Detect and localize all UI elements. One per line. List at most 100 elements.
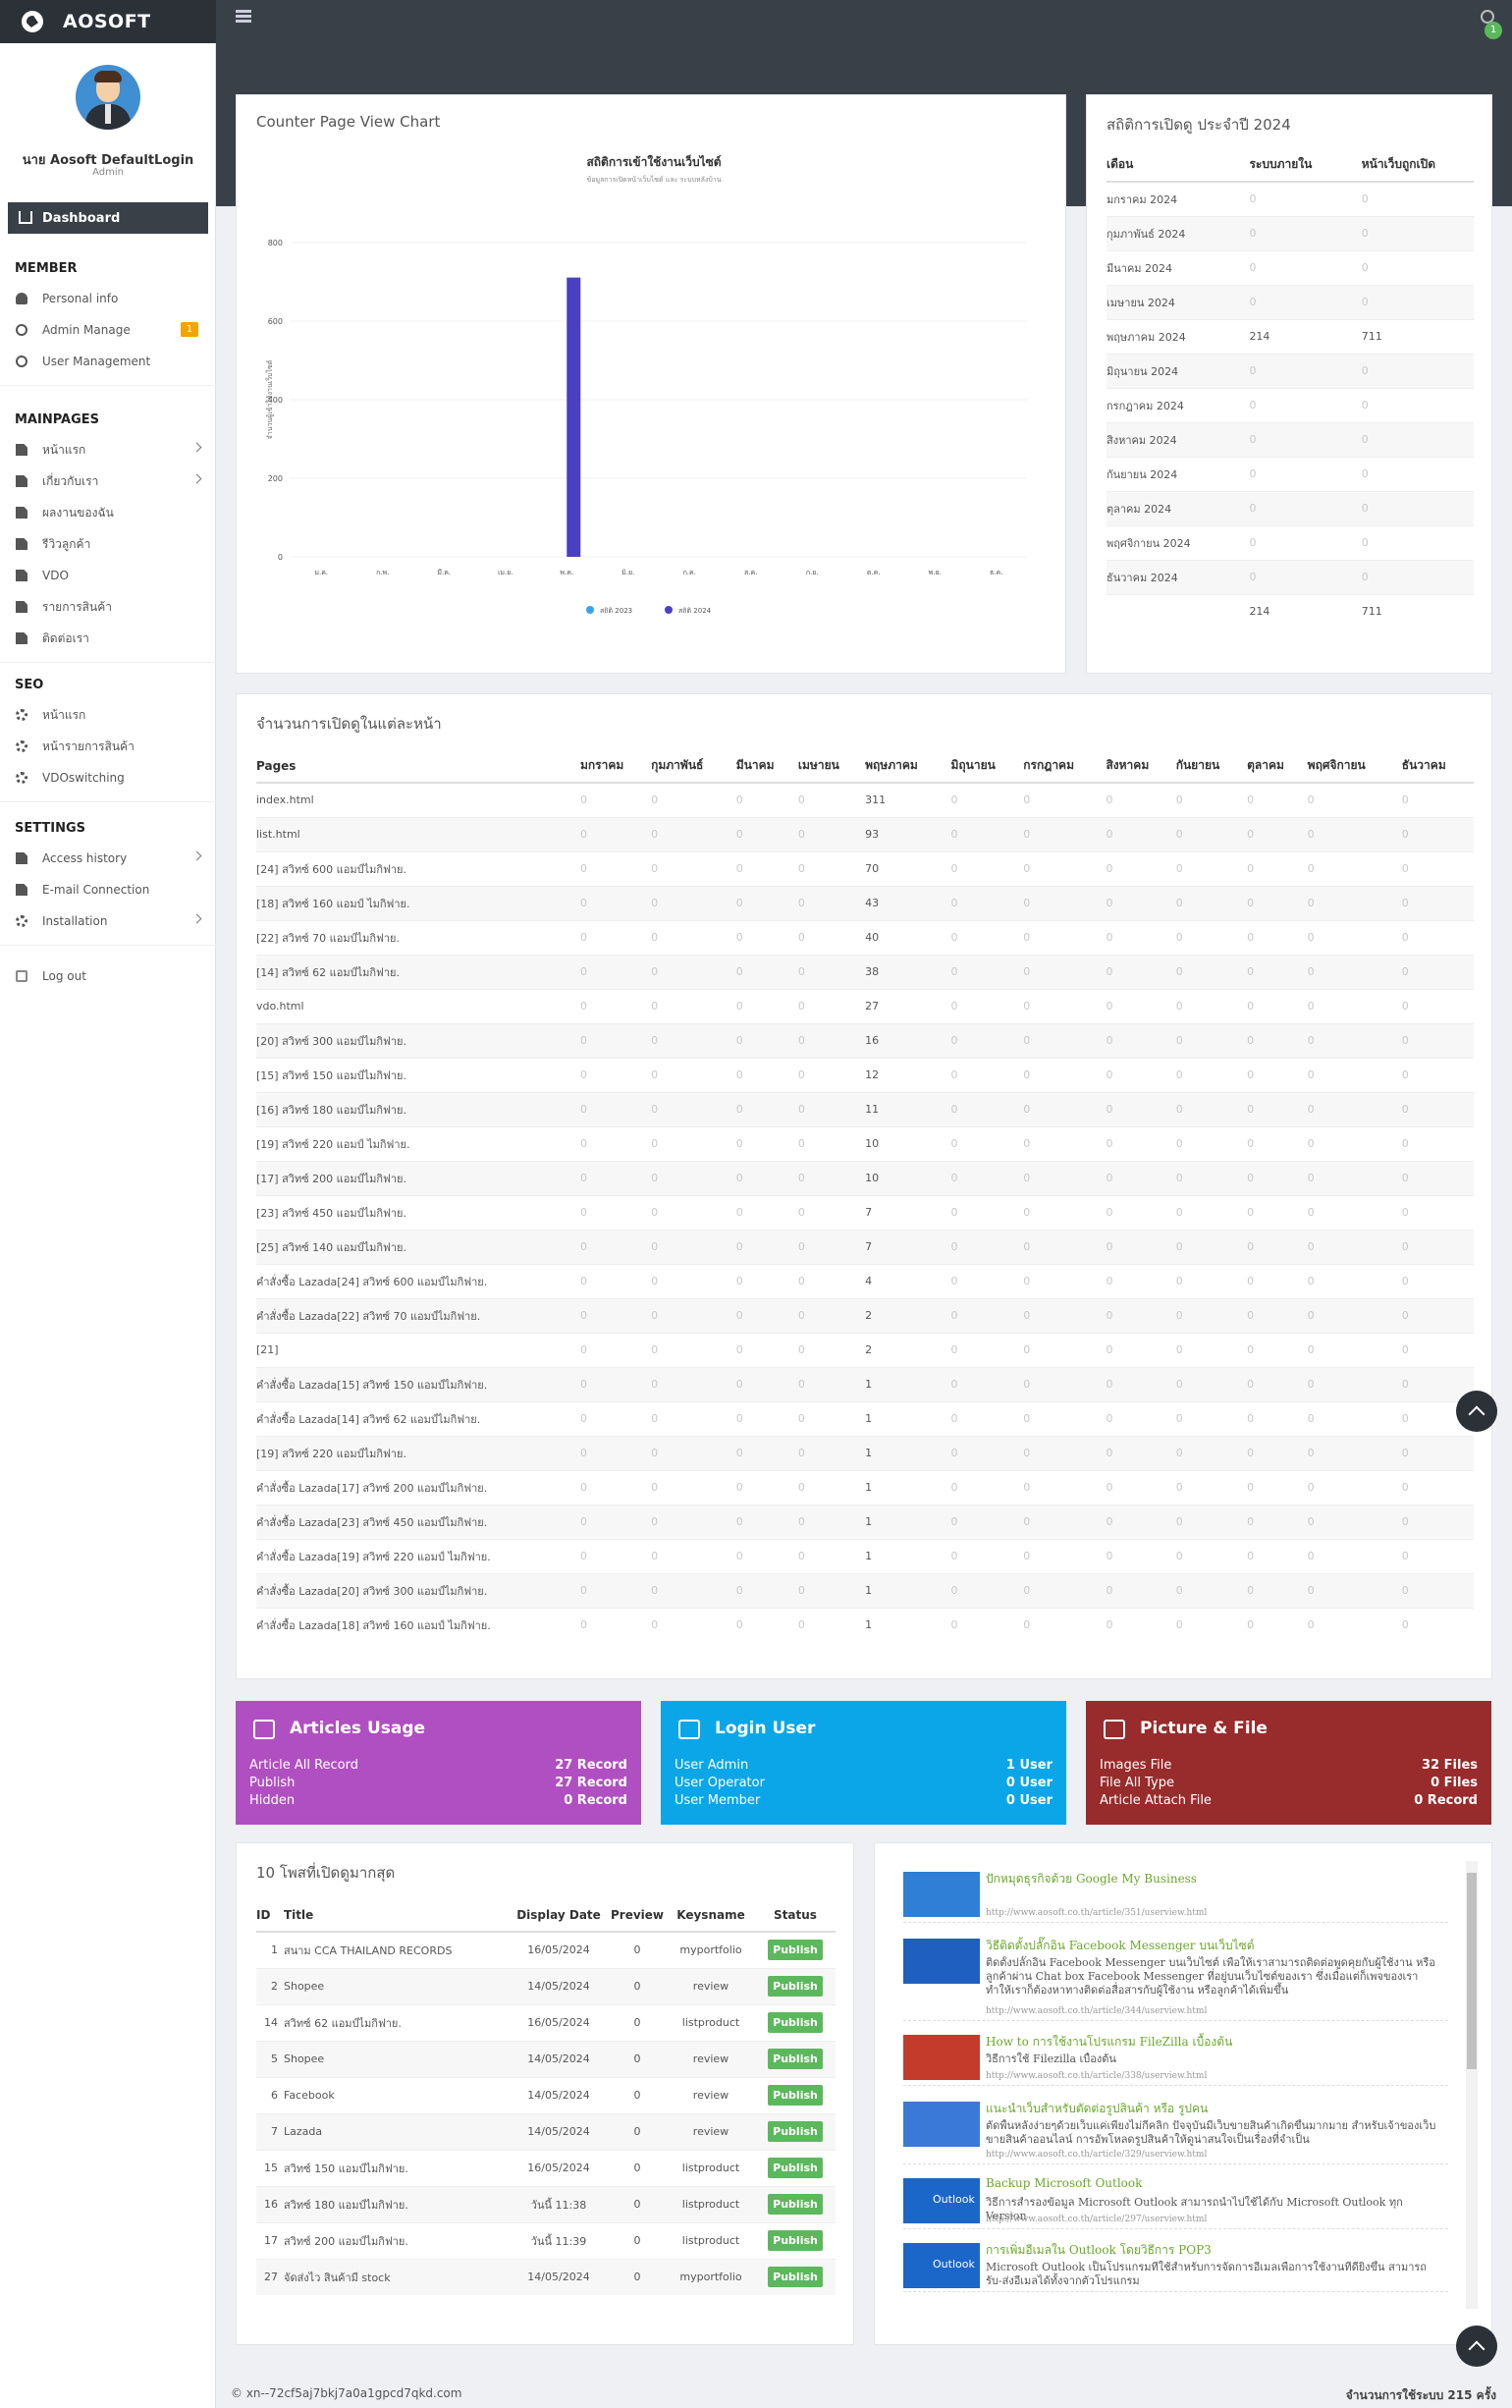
view-count: 0 <box>1307 1091 1402 1126</box>
view-count: 0 <box>1307 1469 1402 1505</box>
table-cell: Publish <box>755 2040 836 2077</box>
view-count: 0 <box>950 1435 1024 1470</box>
sidebar-item[interactable]: Personal info <box>16 289 208 308</box>
sidebar-item[interactable]: Access history <box>16 848 208 868</box>
news-thumbnail[interactable]: Outlook <box>903 2178 980 2223</box>
news-url[interactable]: http://www.aosoft.co.th/article/344/user… <box>986 2006 1207 2016</box>
table-row[interactable]: 2 Shopee 14/05/2024 0 review Publish <box>256 1967 836 2004</box>
view-count: 0 <box>1247 850 1308 886</box>
sidebar-item[interactable]: ติดต่อเรา <box>16 629 208 648</box>
view-count: 0 <box>1401 782 1474 817</box>
view-count: 40 <box>865 919 951 955</box>
scroll-to-top-button[interactable] <box>1456 2326 1497 2367</box>
table-row: [21] 0 0 0 0 2 0 0 0 0 0 0 0 <box>256 1332 1474 1367</box>
logout-link[interactable]: Log out <box>16 966 208 986</box>
brand-logo[interactable]: AOSOFT <box>0 0 216 43</box>
publish-badge[interactable]: Publish <box>768 2158 823 2178</box>
publish-badge[interactable]: Publish <box>768 1976 823 1997</box>
table-row[interactable]: 16 สวิทซ์ 180 แอมป์ไมกิฟาย. วันนี้ 11:38 0 l… <box>256 2185 836 2222</box>
card-row-value: 32 Files <box>1422 1758 1478 1773</box>
publish-badge[interactable]: Publish <box>768 2194 823 2215</box>
publish-badge[interactable]: Publish <box>768 1940 823 1961</box>
table-row[interactable]: 17 สวิทซ์ 200 แอมป์ไมกิฟาย. วันนี้ 11:39 0 l… <box>256 2221 836 2259</box>
publish-badge[interactable]: Publish <box>768 2085 823 2106</box>
publish-badge[interactable]: Publish <box>768 2049 823 2069</box>
table-row[interactable]: 14 สวิทซ์ 62 แอมป์ไมกิฟาย. 16/05/2024 0 list… <box>256 2003 836 2041</box>
table-row[interactable]: 15 สวิทซ์ 150 แอมป์ไมกิฟาย. 16/05/2024 0 lis… <box>256 2149 836 2186</box>
news-title[interactable]: ปักหมุดธุรกิจด้วย Google My Business <box>986 1870 1197 1888</box>
news-thumbnail[interactable] <box>903 2102 980 2147</box>
view-count: 0 <box>1023 1125 1107 1161</box>
view-count: 0 <box>1247 1332 1308 1367</box>
sidebar-item[interactable]: User Management <box>16 352 208 371</box>
news-title[interactable]: Backup Microsoft Outlook <box>986 2176 1142 2190</box>
table-cell: 214 <box>1249 318 1362 354</box>
news-url[interactable]: http://www.aosoft.co.th/article/351/user… <box>986 1908 1207 1918</box>
news-thumbnail[interactable] <box>903 1872 980 1917</box>
view-count: 0 <box>735 782 798 817</box>
notification-badge[interactable]: 1 <box>1485 22 1502 39</box>
view-count: 0 <box>1401 885 1474 920</box>
publish-badge[interactable]: Publish <box>768 2012 823 2033</box>
table-row[interactable]: 6 Facebook 14/05/2024 0 review Publish <box>256 2076 836 2113</box>
view-count: 0 <box>1247 1125 1308 1161</box>
table-row[interactable]: 1 สนาม CCA THAILAND RECORDS 16/05/2024 0 myp… <box>256 1931 836 1968</box>
news-scrollbar-thumb[interactable] <box>1467 1873 1477 2069</box>
view-count: 0 <box>1175 1332 1248 1367</box>
sidebar-item[interactable]: หน้าแรก <box>16 440 208 460</box>
sidebar-item-label: Personal info <box>42 292 119 305</box>
news-item[interactable]: How to การใช้งานโปรแกรม FileZilla เบื้อง… <box>903 2029 1448 2086</box>
news-item[interactable]: Outlook Backup Microsoft Outlook วิธีการสำ… <box>903 2172 1448 2229</box>
news-title[interactable]: How to การใช้งานโปรแกรม FileZilla เบื้อง… <box>986 2033 1232 2052</box>
news-url[interactable]: http://www.aosoft.co.th/article/297/user… <box>986 2215 1207 2224</box>
view-count: 0 <box>1023 782 1107 817</box>
table-row[interactable]: 7 Lazada 14/05/2024 0 review Publish <box>256 2112 836 2150</box>
publish-badge[interactable]: Publish <box>768 2230 823 2251</box>
news-item[interactable]: แนะนำเว็บสำหรับตัดต่อรูปสินค้า หรือ รูปค… <box>903 2096 1448 2164</box>
news-thumbnail[interactable] <box>903 1939 980 1984</box>
sidebar-divider <box>0 801 216 802</box>
news-scrollbar[interactable] <box>1466 1861 1478 2309</box>
sidebar-item[interactable]: หน้าแรก <box>16 705 208 725</box>
view-count: 0 <box>580 816 652 851</box>
sidebar-item[interactable]: รีวิวลูกค้า <box>16 534 208 554</box>
table-row[interactable]: 27 จัดส่งไว สินค้ามี stock 14/05/2024 0 mypo… <box>256 2258 836 2295</box>
table-cell: 0 <box>1249 284 1362 319</box>
sidebar-item[interactable]: Installation <box>16 911 208 931</box>
sidebar-item[interactable]: หน้ารายการสินค้า <box>16 737 208 756</box>
news-title[interactable]: การเพิ่มอีเมลใน Outlook โดยวิธีการ POP3 <box>986 2241 1212 2260</box>
news-item[interactable]: ปักหมุดธุรกิจด้วย Google My Business http… <box>903 1866 1448 1923</box>
sidebar-item[interactable]: VDO <box>16 566 208 585</box>
view-count: 0 <box>580 1607 652 1642</box>
sidebar-item[interactable]: E-mail Connection <box>16 880 208 900</box>
table-row: พฤษภาคม 2024 214 711 <box>1107 318 1474 354</box>
table-cell: กรกฎาคม 2024 <box>1107 387 1250 422</box>
news-item[interactable]: Outlook การเพิ่มอีเมลใน Outlook โดยวิธีกา… <box>903 2237 1448 2292</box>
page-name: คำสั่งซื้อ Lazada[19] สวิทซ์ 220 แอมป์ ไ… <box>256 1538 580 1573</box>
view-count: 0 <box>735 1297 798 1333</box>
news-item[interactable]: วิธีติดตั้งปลั๊กอิน Facebook Messenger บ… <box>903 1933 1448 2021</box>
menu-toggle-icon[interactable] <box>236 10 251 23</box>
table-row[interactable]: 5 Shopee 14/05/2024 0 review Publish <box>256 2040 836 2077</box>
scroll-to-top-button[interactable] <box>1456 1391 1497 1432</box>
sidebar-item-label: รายการสินค้า <box>42 599 112 614</box>
news-thumbnail[interactable]: Outlook <box>903 2243 980 2288</box>
news-title[interactable]: แนะนำเว็บสำหรับตัดต่อรูปสินค้า หรือ รูปค… <box>986 2100 1208 2118</box>
publish-badge[interactable]: Publish <box>768 2267 823 2288</box>
news-url[interactable]: http://www.aosoft.co.th/article/338/user… <box>986 2071 1207 2081</box>
sidebar-item[interactable]: Admin Manage 1 <box>16 320 208 340</box>
sidebar-item[interactable]: VDOswitching <box>16 768 208 788</box>
sidebar-item[interactable]: รายการสินค้า <box>16 597 208 617</box>
news-title[interactable]: วิธีติดตั้งปลั๊กอิน Facebook Messenger บ… <box>986 1937 1255 1955</box>
top-posts-panel: 10 โพสที่เปิดดูมากสุด ID Title Display Dat… <box>236 1842 854 2345</box>
view-count: 0 <box>1175 988 1248 1023</box>
publish-badge[interactable]: Publish <box>768 2121 823 2142</box>
table-cell: review <box>667 2076 755 2113</box>
news-url[interactable]: http://www.aosoft.co.th/article/329/user… <box>986 2150 1207 2160</box>
avatar[interactable] <box>76 65 140 130</box>
sidebar-item[interactable]: ผลงานของฉัน <box>16 503 208 522</box>
news-thumbnail[interactable] <box>903 2035 980 2080</box>
sidebar-item[interactable]: เกี่ยวกับเรา <box>16 471 208 491</box>
document-icon <box>16 884 27 896</box>
sidebar-item-dashboard[interactable]: Dashboard <box>8 202 208 234</box>
